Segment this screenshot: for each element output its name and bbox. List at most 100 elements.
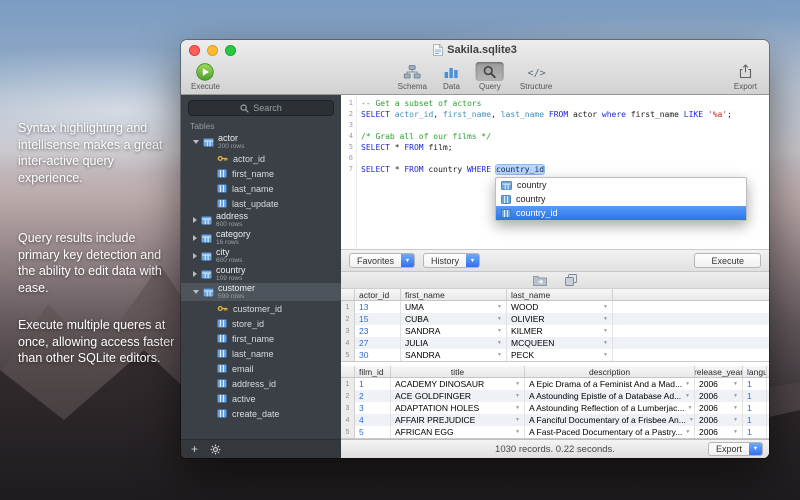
filter-icon[interactable]: ▼ (512, 381, 520, 387)
cell-release_year[interactable]: 2006▼ (695, 426, 743, 438)
filter-icon[interactable]: ▼ (494, 328, 502, 334)
sidebar-column-last_name[interactable]: last_name (181, 346, 341, 361)
autocomplete-item[interactable]: country (496, 178, 746, 192)
cell-description[interactable]: A Astounding Reflection of a Lumberjac..… (525, 402, 695, 414)
toolbar-query-button[interactable]: Query (476, 62, 504, 91)
sidebar-column-email[interactable]: email (181, 361, 341, 376)
results-export-button[interactable]: Export ▼ (708, 442, 763, 456)
table-row[interactable]: 530SANDRA▼PECK▼ (341, 349, 769, 361)
column-header-release_year[interactable]: release_year (695, 366, 743, 378)
table-row[interactable]: 11ACADEMY DINOSAUR▼A Epic Drama of a Fem… (341, 378, 769, 390)
disclosure-triangle-icon[interactable] (193, 253, 197, 259)
column-header-film_id[interactable]: film_id (355, 366, 391, 378)
cell-film_id[interactable]: 1 (355, 378, 391, 390)
cell-first_name[interactable]: CUBA▼ (401, 313, 507, 325)
column-header-langu[interactable]: langu (743, 366, 767, 378)
cell-last_name[interactable]: KILMER▼ (507, 325, 613, 337)
column-header-last_name[interactable]: last_name (507, 289, 613, 301)
cell-last_name[interactable]: PECK▼ (507, 349, 613, 361)
cell-actor_id[interactable]: 27 (355, 337, 401, 349)
add-icon[interactable]: + (191, 443, 198, 455)
zoom-button[interactable] (225, 45, 236, 56)
sidebar-column-last_name[interactable]: last_name (181, 181, 341, 196)
table-row[interactable]: 33ADAPTATION HOLES▼A Astounding Reflecti… (341, 402, 769, 414)
filter-icon[interactable]: ▼ (494, 352, 502, 358)
disclosure-triangle-icon[interactable] (193, 290, 199, 294)
sidebar-column-first_name[interactable]: first_name (181, 331, 341, 346)
sidebar-table-customer[interactable]: customer599 rows (181, 283, 341, 301)
cell-last_name[interactable]: OLIVIER▼ (507, 313, 613, 325)
disclosure-triangle-icon[interactable] (193, 235, 197, 241)
filter-icon[interactable]: ▼ (512, 405, 520, 411)
column-header-title[interactable]: title (391, 366, 525, 378)
run-query-button[interactable]: Execute (694, 253, 761, 268)
table-row[interactable]: 22ACE GOLDFINGER▼A Astounding Epistle of… (341, 390, 769, 402)
filter-icon[interactable]: ▼ (682, 429, 690, 435)
filter-icon[interactable]: ▼ (600, 316, 608, 322)
sql-editor[interactable]: 1234567 -- Get a subset of actorsSELECT … (341, 95, 769, 250)
cell-langu[interactable]: 1 (743, 426, 767, 438)
cell-title[interactable]: AFRICAN EGG▼ (391, 426, 525, 438)
titlebar[interactable]: Sakila.sqlite3 (181, 40, 769, 60)
cell-release_year[interactable]: 2006▼ (695, 414, 743, 426)
filter-icon[interactable]: ▼ (730, 381, 738, 387)
filter-icon[interactable]: ▼ (494, 340, 502, 346)
autocomplete-item[interactable]: country (496, 192, 746, 206)
cell-langu[interactable]: 1 (743, 402, 767, 414)
cell-first_name[interactable]: JULIA▼ (401, 337, 507, 349)
editor-code[interactable]: -- Get a subset of actorsSELECT actor_id… (357, 95, 732, 249)
toolbar-schema-button[interactable]: Schema (398, 62, 427, 91)
cell-actor_id[interactable]: 23 (355, 325, 401, 337)
cell-last_name[interactable]: MCQUEEN▼ (507, 337, 613, 349)
toolbar-data-button[interactable]: Data (443, 62, 460, 91)
cell-release_year[interactable]: 2006▼ (695, 402, 743, 414)
filter-icon[interactable]: ▼ (682, 393, 690, 399)
disclosure-triangle-icon[interactable] (193, 140, 199, 144)
column-header-actor_id[interactable]: actor_id (355, 289, 401, 301)
sidebar-search-field[interactable]: Search (188, 100, 334, 116)
sidebar-column-store_id[interactable]: store_id (181, 316, 341, 331)
cell-title[interactable]: ACE GOLDFINGER▼ (391, 390, 525, 402)
sidebar-column-first_name[interactable]: first_name (181, 166, 341, 181)
cell-actor_id[interactable]: 15 (355, 313, 401, 325)
sidebar-table-address[interactable]: address600 rows (181, 211, 341, 229)
table-row[interactable]: 55AFRICAN EGG▼A Fast-Paced Documentary o… (341, 426, 769, 438)
table-row[interactable]: 427JULIA▼MCQUEEN▼ (341, 337, 769, 349)
cell-first_name[interactable]: SANDRA▼ (401, 325, 507, 337)
sidebar-column-actor_id[interactable]: actor_id (181, 151, 341, 166)
sidebar-column-address_id[interactable]: address_id (181, 376, 341, 391)
copy-icon[interactable] (565, 274, 577, 286)
cell-last_name[interactable]: WOOD▼ (507, 301, 613, 313)
sidebar-table-actor[interactable]: actor200 rows (181, 133, 341, 151)
close-button[interactable] (189, 45, 200, 56)
filter-icon[interactable]: ▼ (494, 316, 502, 322)
cell-actor_id[interactable]: 13 (355, 301, 401, 313)
column-header-description[interactable]: description (525, 366, 695, 378)
filter-icon[interactable]: ▼ (512, 417, 520, 423)
table-row[interactable]: 323SANDRA▼KILMER▼ (341, 325, 769, 337)
filter-icon[interactable]: ▼ (730, 393, 738, 399)
cell-film_id[interactable]: 4 (355, 414, 391, 426)
filter-icon[interactable]: ▼ (512, 393, 520, 399)
cell-first_name[interactable]: UMA▼ (401, 301, 507, 313)
autocomplete-item[interactable]: country_id (496, 206, 746, 220)
filter-icon[interactable]: ▼ (494, 304, 502, 310)
cell-release_year[interactable]: 2006▼ (695, 378, 743, 390)
cell-release_year[interactable]: 2006▼ (695, 390, 743, 402)
filter-icon[interactable]: ▼ (730, 417, 738, 423)
filter-icon[interactable]: ▼ (600, 352, 608, 358)
filter-icon[interactable]: ▼ (600, 340, 608, 346)
favorites-dropdown[interactable]: Favorites ▼ (349, 253, 415, 268)
cell-film_id[interactable]: 2 (355, 390, 391, 402)
toolbar-execute-button[interactable]: Execute (191, 62, 220, 91)
sidebar-table-city[interactable]: city600 rows (181, 247, 341, 265)
filter-icon[interactable]: ▼ (686, 417, 694, 423)
cell-title[interactable]: ADAPTATION HOLES▼ (391, 402, 525, 414)
filter-icon[interactable]: ▼ (682, 381, 690, 387)
filter-icon[interactable]: ▼ (730, 405, 738, 411)
cell-langu[interactable]: 1 (743, 390, 767, 402)
table-row[interactable]: 44AFFAIR PREJUDICE▼A Fanciful Documentar… (341, 414, 769, 426)
sidebar-column-customer_id[interactable]: customer_id (181, 301, 341, 316)
filter-icon[interactable]: ▼ (730, 429, 738, 435)
filter-icon[interactable]: ▼ (600, 304, 608, 310)
